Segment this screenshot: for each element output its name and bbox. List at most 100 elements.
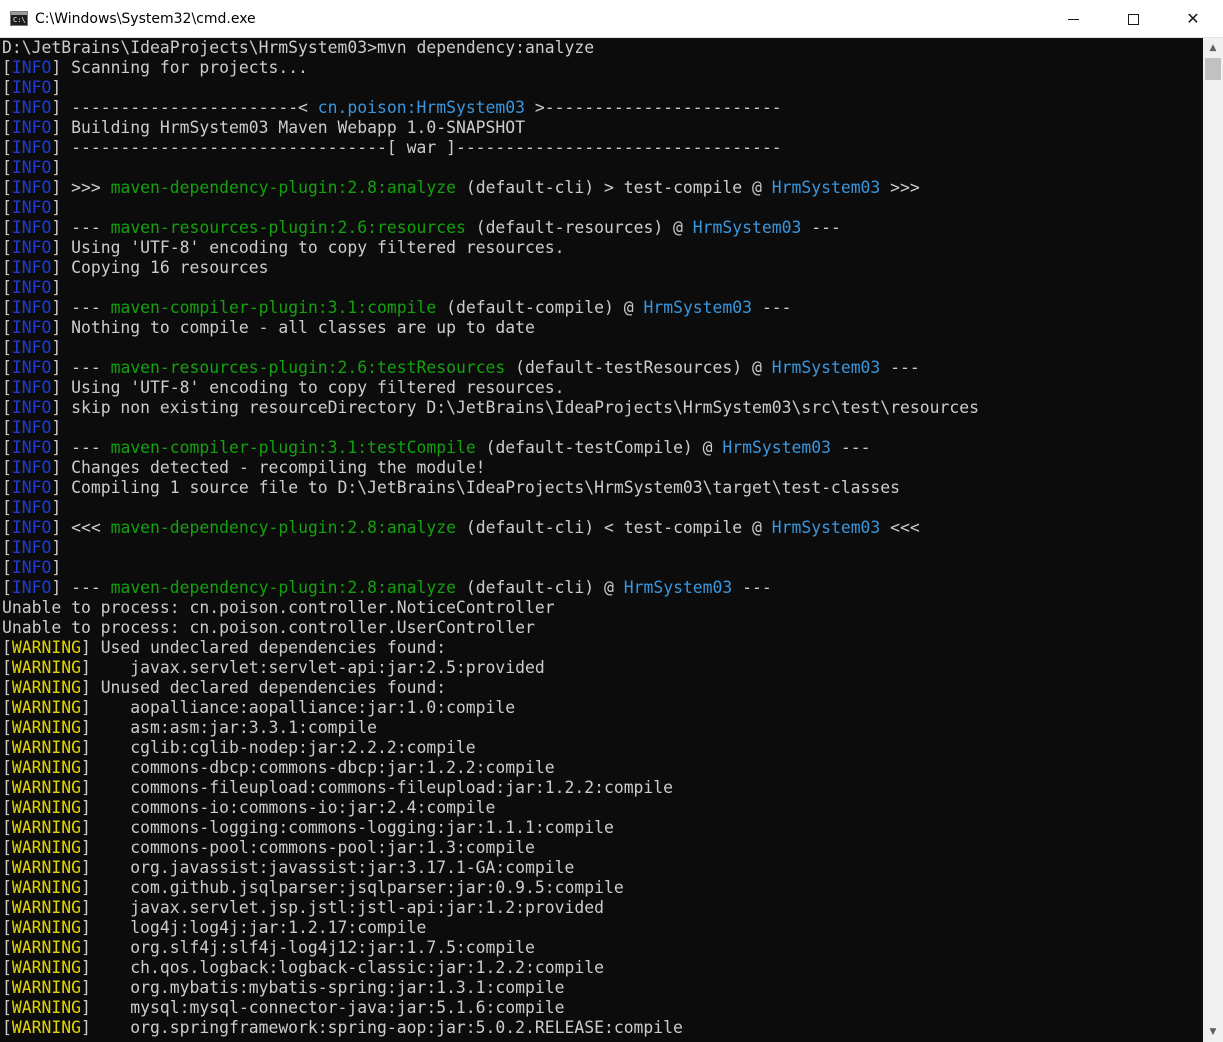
console-text: ] ---: [51, 298, 111, 317]
console-text: ]: [51, 338, 62, 357]
info-tag: INFO: [11, 518, 52, 537]
project-name: cn.poison:HrmSystem03: [317, 98, 526, 117]
scroll-down-arrow-icon[interactable]: ▼: [1203, 1022, 1223, 1042]
console-text: [: [2, 198, 12, 217]
console-line: [WARNING] org.mybatis:mybatis-spring:jar…: [2, 978, 979, 998]
info-tag: INFO: [11, 118, 52, 137]
console-text: [: [2, 858, 12, 877]
console-text: (default-compile) @: [436, 298, 644, 317]
console-line: [INFO] Nothing to compile - all classes …: [2, 318, 979, 338]
vertical-scrollbar[interactable]: ▲ ▼: [1203, 38, 1223, 1042]
warning-tag: WARNING: [11, 758, 81, 777]
info-tag: INFO: [11, 98, 52, 117]
scroll-up-arrow-icon[interactable]: ▲: [1203, 38, 1223, 58]
cmd-app-icon[interactable]: C:\: [10, 11, 28, 26]
project-name: HrmSystem03: [771, 358, 881, 377]
console-text: ]: [51, 538, 62, 557]
project-name: HrmSystem03: [771, 518, 881, 537]
console-line: [INFO] --- maven-compiler-plugin:3.1:tes…: [2, 438, 979, 458]
console-text: (default-testCompile) @: [475, 438, 723, 457]
warning-tag: WARNING: [11, 818, 81, 837]
console-text: ---: [801, 218, 841, 237]
project-name: HrmSystem03: [722, 438, 831, 457]
console-line: [INFO] -----------------------< cn.poiso…: [2, 98, 979, 118]
console-text: ] Changes detected - recompiling the mod…: [51, 458, 486, 477]
info-tag: INFO: [11, 378, 52, 397]
warning-tag: WARNING: [11, 718, 81, 737]
console-text: >>>: [880, 178, 920, 197]
maximize-button[interactable]: [1103, 0, 1163, 38]
console-line: [INFO]: [2, 278, 979, 298]
minimize-icon: [1067, 18, 1079, 20]
scrollbar-thumb[interactable]: [1205, 58, 1221, 80]
console-text: [: [2, 1018, 12, 1037]
console-line: [WARNING] ch.qos.logback:logback-classic…: [2, 958, 979, 978]
info-tag: INFO: [11, 418, 52, 437]
console-text: Unable to process: cn.poison.controller.…: [2, 598, 555, 617]
info-tag: INFO: [11, 178, 52, 197]
info-tag: INFO: [11, 158, 52, 177]
info-tag: INFO: [11, 358, 52, 377]
console-text: [: [2, 398, 12, 417]
project-name: HrmSystem03: [692, 218, 802, 237]
console-text: ] Scanning for projects...: [51, 58, 308, 77]
console-line: [WARNING] commons-fileupload:commons-fil…: [2, 778, 979, 798]
minimize-button[interactable]: [1043, 0, 1103, 38]
console-text: [: [2, 478, 12, 497]
console-text: ---: [752, 298, 792, 317]
console-line: [INFO] Compiling 1 source file to D:\Jet…: [2, 478, 979, 498]
console-text: ---: [732, 578, 772, 597]
warning-tag: WARNING: [11, 638, 81, 657]
console-text: ]: [51, 78, 62, 97]
title-bar: C:\ C:\Windows\System32\cmd.exe ✕: [0, 0, 1223, 38]
warning-tag: WARNING: [11, 958, 81, 977]
console-output[interactable]: D:\JetBrains\IdeaProjects\HrmSystem03>mv…: [0, 38, 1203, 1042]
console-line: [WARNING] org.javassist:javassist:jar:3.…: [2, 858, 979, 878]
console-text: [: [2, 678, 12, 697]
console-text: [: [2, 738, 12, 757]
console-text: ] commons-fileupload:commons-fileupload:…: [80, 778, 674, 797]
info-tag: INFO: [11, 198, 52, 217]
warning-tag: WARNING: [11, 978, 81, 997]
maximize-icon: [1127, 13, 1139, 25]
info-tag: INFO: [11, 578, 52, 597]
console-text: ]: [51, 158, 62, 177]
console-lines: D:\JetBrains\IdeaProjects\HrmSystem03>mv…: [2, 38, 979, 1038]
console-text: ] Using 'UTF-8' encoding to copy filtere…: [51, 378, 565, 397]
console-line: Unable to process: cn.poison.controller.…: [2, 598, 979, 618]
console-text: ] org.springframework:spring-aop:jar:5.0…: [80, 1018, 683, 1037]
console-text: [: [2, 438, 12, 457]
console-text: ]: [51, 198, 62, 217]
console-text: ] commons-logging:commons-logging:jar:1.…: [80, 818, 614, 837]
console-text: ] skip non existing resourceDirectory D:…: [51, 398, 979, 417]
console-text: ] Building HrmSystem03 Maven Webapp 1.0-…: [51, 118, 526, 137]
console-text: ] -----------------------<: [51, 98, 318, 117]
console-line: [WARNING] cglib:cglib-nodep:jar:2.2.2:co…: [2, 738, 979, 758]
close-button[interactable]: ✕: [1163, 0, 1223, 38]
console-text: [: [2, 498, 12, 517]
console-text: [: [2, 298, 12, 317]
warning-tag: WARNING: [11, 918, 81, 937]
console-line: [WARNING] asm:asm:jar:3.3.1:compile: [2, 718, 979, 738]
console-text: ]: [51, 278, 62, 297]
console-text: [: [2, 158, 12, 177]
console-line: [WARNING] mysql:mysql-connector-java:jar…: [2, 998, 979, 1018]
info-tag: INFO: [11, 398, 52, 417]
console-text: (default-testResources) @: [505, 358, 772, 377]
warning-tag: WARNING: [11, 658, 81, 677]
plugin-goal: maven-compiler-plugin:3.1:compile: [110, 298, 437, 317]
console-text: ] asm:asm:jar:3.3.1:compile: [80, 718, 377, 737]
console-text: [: [2, 778, 12, 797]
warning-tag: WARNING: [11, 878, 81, 897]
console-text: [: [2, 98, 12, 117]
console-text: ] Compiling 1 source file to D:\JetBrain…: [51, 478, 901, 497]
console-text: ] commons-dbcp:commons-dbcp:jar:1.2.2:co…: [80, 758, 555, 777]
console-text: [: [2, 78, 12, 97]
console-text: [: [2, 358, 12, 377]
console-text: ] <<<: [51, 518, 111, 537]
console-text: ] mysql:mysql-connector-java:jar:5.1.6:c…: [80, 998, 565, 1017]
plugin-goal: maven-resources-plugin:2.6:resources: [110, 218, 466, 237]
console-line: [WARNING] log4j:log4j:jar:1.2.17:compile: [2, 918, 979, 938]
window-title: C:\Windows\System32\cmd.exe: [35, 11, 256, 27]
console-text: ] ---: [51, 218, 111, 237]
